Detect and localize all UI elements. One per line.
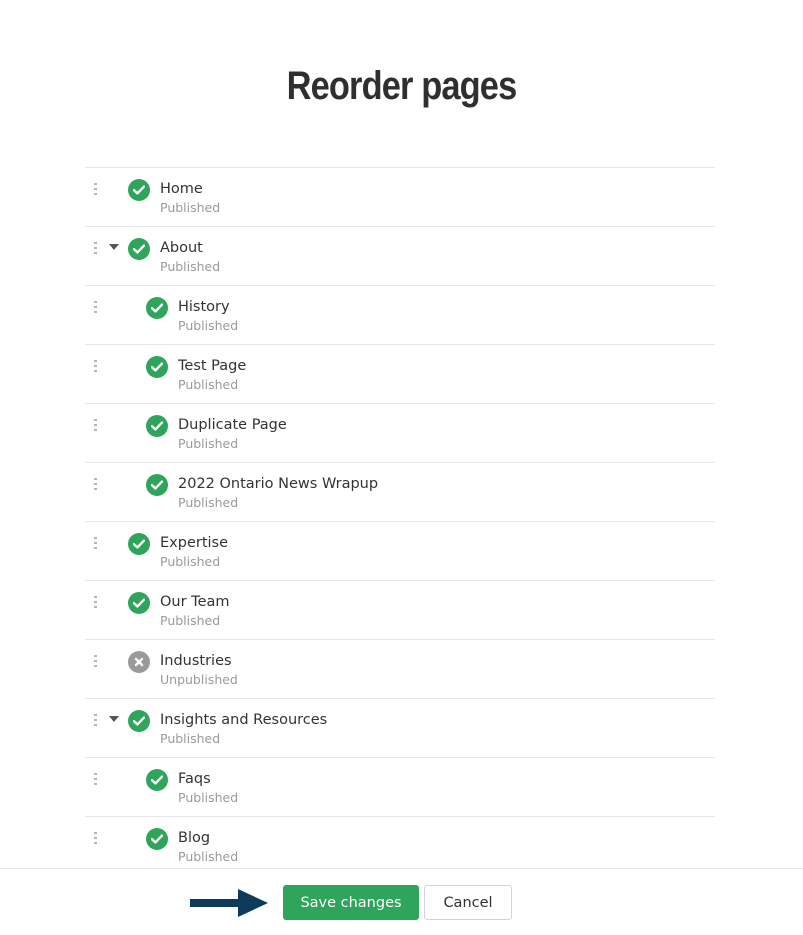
- page-row[interactable]: Industries Unpublished: [85, 640, 715, 699]
- caret-down-icon[interactable]: [109, 716, 119, 722]
- check-circle-icon: [128, 238, 150, 260]
- x-circle-icon: [128, 651, 150, 673]
- drag-handle-icon[interactable]: [94, 773, 97, 785]
- check-circle-icon: [128, 592, 150, 614]
- page-row[interactable]: Duplicate Page Published: [85, 404, 715, 463]
- check-circle-icon: [146, 769, 168, 791]
- page-status: Unpublished: [160, 672, 238, 687]
- drag-handle-icon[interactable]: [94, 596, 97, 608]
- page-row[interactable]: Test Page Published: [85, 345, 715, 404]
- page-row[interactable]: Faqs Published: [85, 758, 715, 817]
- arrow-right-icon: [190, 889, 268, 917]
- page-status: Published: [178, 436, 239, 451]
- page-row[interactable]: Insights and Resources Published: [85, 699, 715, 758]
- drag-handle-icon[interactable]: [94, 537, 97, 549]
- page-row-text: Blog Published: [178, 829, 238, 865]
- page-title: Reorder pages: [286, 64, 518, 108]
- page-name: Blog: [178, 830, 211, 846]
- page-row[interactable]: Expertise Published: [85, 522, 715, 581]
- page-row[interactable]: Home Published: [85, 168, 715, 227]
- drag-handle-icon[interactable]: [94, 478, 97, 490]
- page-name: History: [178, 299, 230, 315]
- cancel-button[interactable]: Cancel: [424, 885, 512, 920]
- page-row-text: Insights and Resources Published: [160, 711, 327, 747]
- drag-handle-icon[interactable]: [94, 832, 97, 844]
- page-name: Insights and Resources: [160, 712, 328, 728]
- page-status: Published: [178, 790, 239, 805]
- drag-handle-icon[interactable]: [94, 360, 97, 372]
- page-row[interactable]: 2022 Ontario News Wrapup Published: [85, 463, 715, 522]
- page-status: Published: [178, 377, 239, 392]
- page-row[interactable]: About Published: [85, 227, 715, 286]
- page-name: Expertise: [160, 535, 229, 551]
- page-row-text: Home Published: [160, 180, 220, 216]
- page-row-text: Industries Unpublished: [160, 652, 238, 688]
- page-name: About: [160, 240, 203, 256]
- page-row[interactable]: History Published: [85, 286, 715, 345]
- page-row-text: Our Team Published: [160, 593, 230, 629]
- caret-down-icon[interactable]: [109, 244, 119, 250]
- reorder-pages-dialog: Reorder pages Home Published About Publishe…: [0, 0, 803, 935]
- page-name: Industries: [160, 653, 232, 669]
- page-status: Published: [178, 318, 239, 333]
- page-row-text: Expertise Published: [160, 534, 228, 570]
- drag-handle-icon[interactable]: [94, 242, 97, 254]
- page-status: Published: [160, 731, 221, 746]
- page-row-text: Faqs Published: [178, 770, 238, 806]
- page-name: Our Team: [160, 594, 230, 610]
- page-status: Published: [160, 613, 221, 628]
- save-changes-button[interactable]: Save changes: [283, 885, 419, 920]
- page-row-text: History Published: [178, 298, 238, 334]
- page-status: Published: [178, 849, 239, 864]
- check-circle-icon: [146, 356, 168, 378]
- footer-bar: Save changes Cancel: [0, 868, 803, 935]
- page-status: Published: [160, 554, 221, 569]
- page-name: Duplicate Page: [178, 417, 287, 433]
- check-circle-icon: [146, 297, 168, 319]
- page-name: Test Page: [178, 358, 247, 374]
- check-circle-icon: [128, 533, 150, 555]
- page-row-text: About Published: [160, 239, 220, 275]
- check-circle-icon: [146, 828, 168, 850]
- drag-handle-icon[interactable]: [94, 183, 97, 195]
- page-name: Faqs: [178, 771, 211, 787]
- drag-handle-icon[interactable]: [94, 714, 97, 726]
- check-circle-icon: [128, 179, 150, 201]
- page-name: Home: [160, 181, 203, 197]
- page-row-text: 2022 Ontario News Wrapup Published: [178, 475, 378, 511]
- page-status: Published: [160, 200, 221, 215]
- page-row-text: Duplicate Page Published: [178, 416, 287, 452]
- check-circle-icon: [128, 710, 150, 732]
- page-row-text: Test Page Published: [178, 357, 246, 393]
- page-name: 2022 Ontario News Wrapup: [178, 476, 379, 492]
- page-row[interactable]: Our Team Published: [85, 581, 715, 640]
- page-status: Published: [178, 495, 239, 510]
- drag-handle-icon[interactable]: [94, 419, 97, 431]
- page-status: Published: [160, 259, 221, 274]
- check-circle-icon: [146, 474, 168, 496]
- check-circle-icon: [146, 415, 168, 437]
- drag-handle-icon[interactable]: [94, 655, 97, 667]
- drag-handle-icon[interactable]: [94, 301, 97, 313]
- page-tree: Home Published About Published History Publis…: [85, 167, 715, 876]
